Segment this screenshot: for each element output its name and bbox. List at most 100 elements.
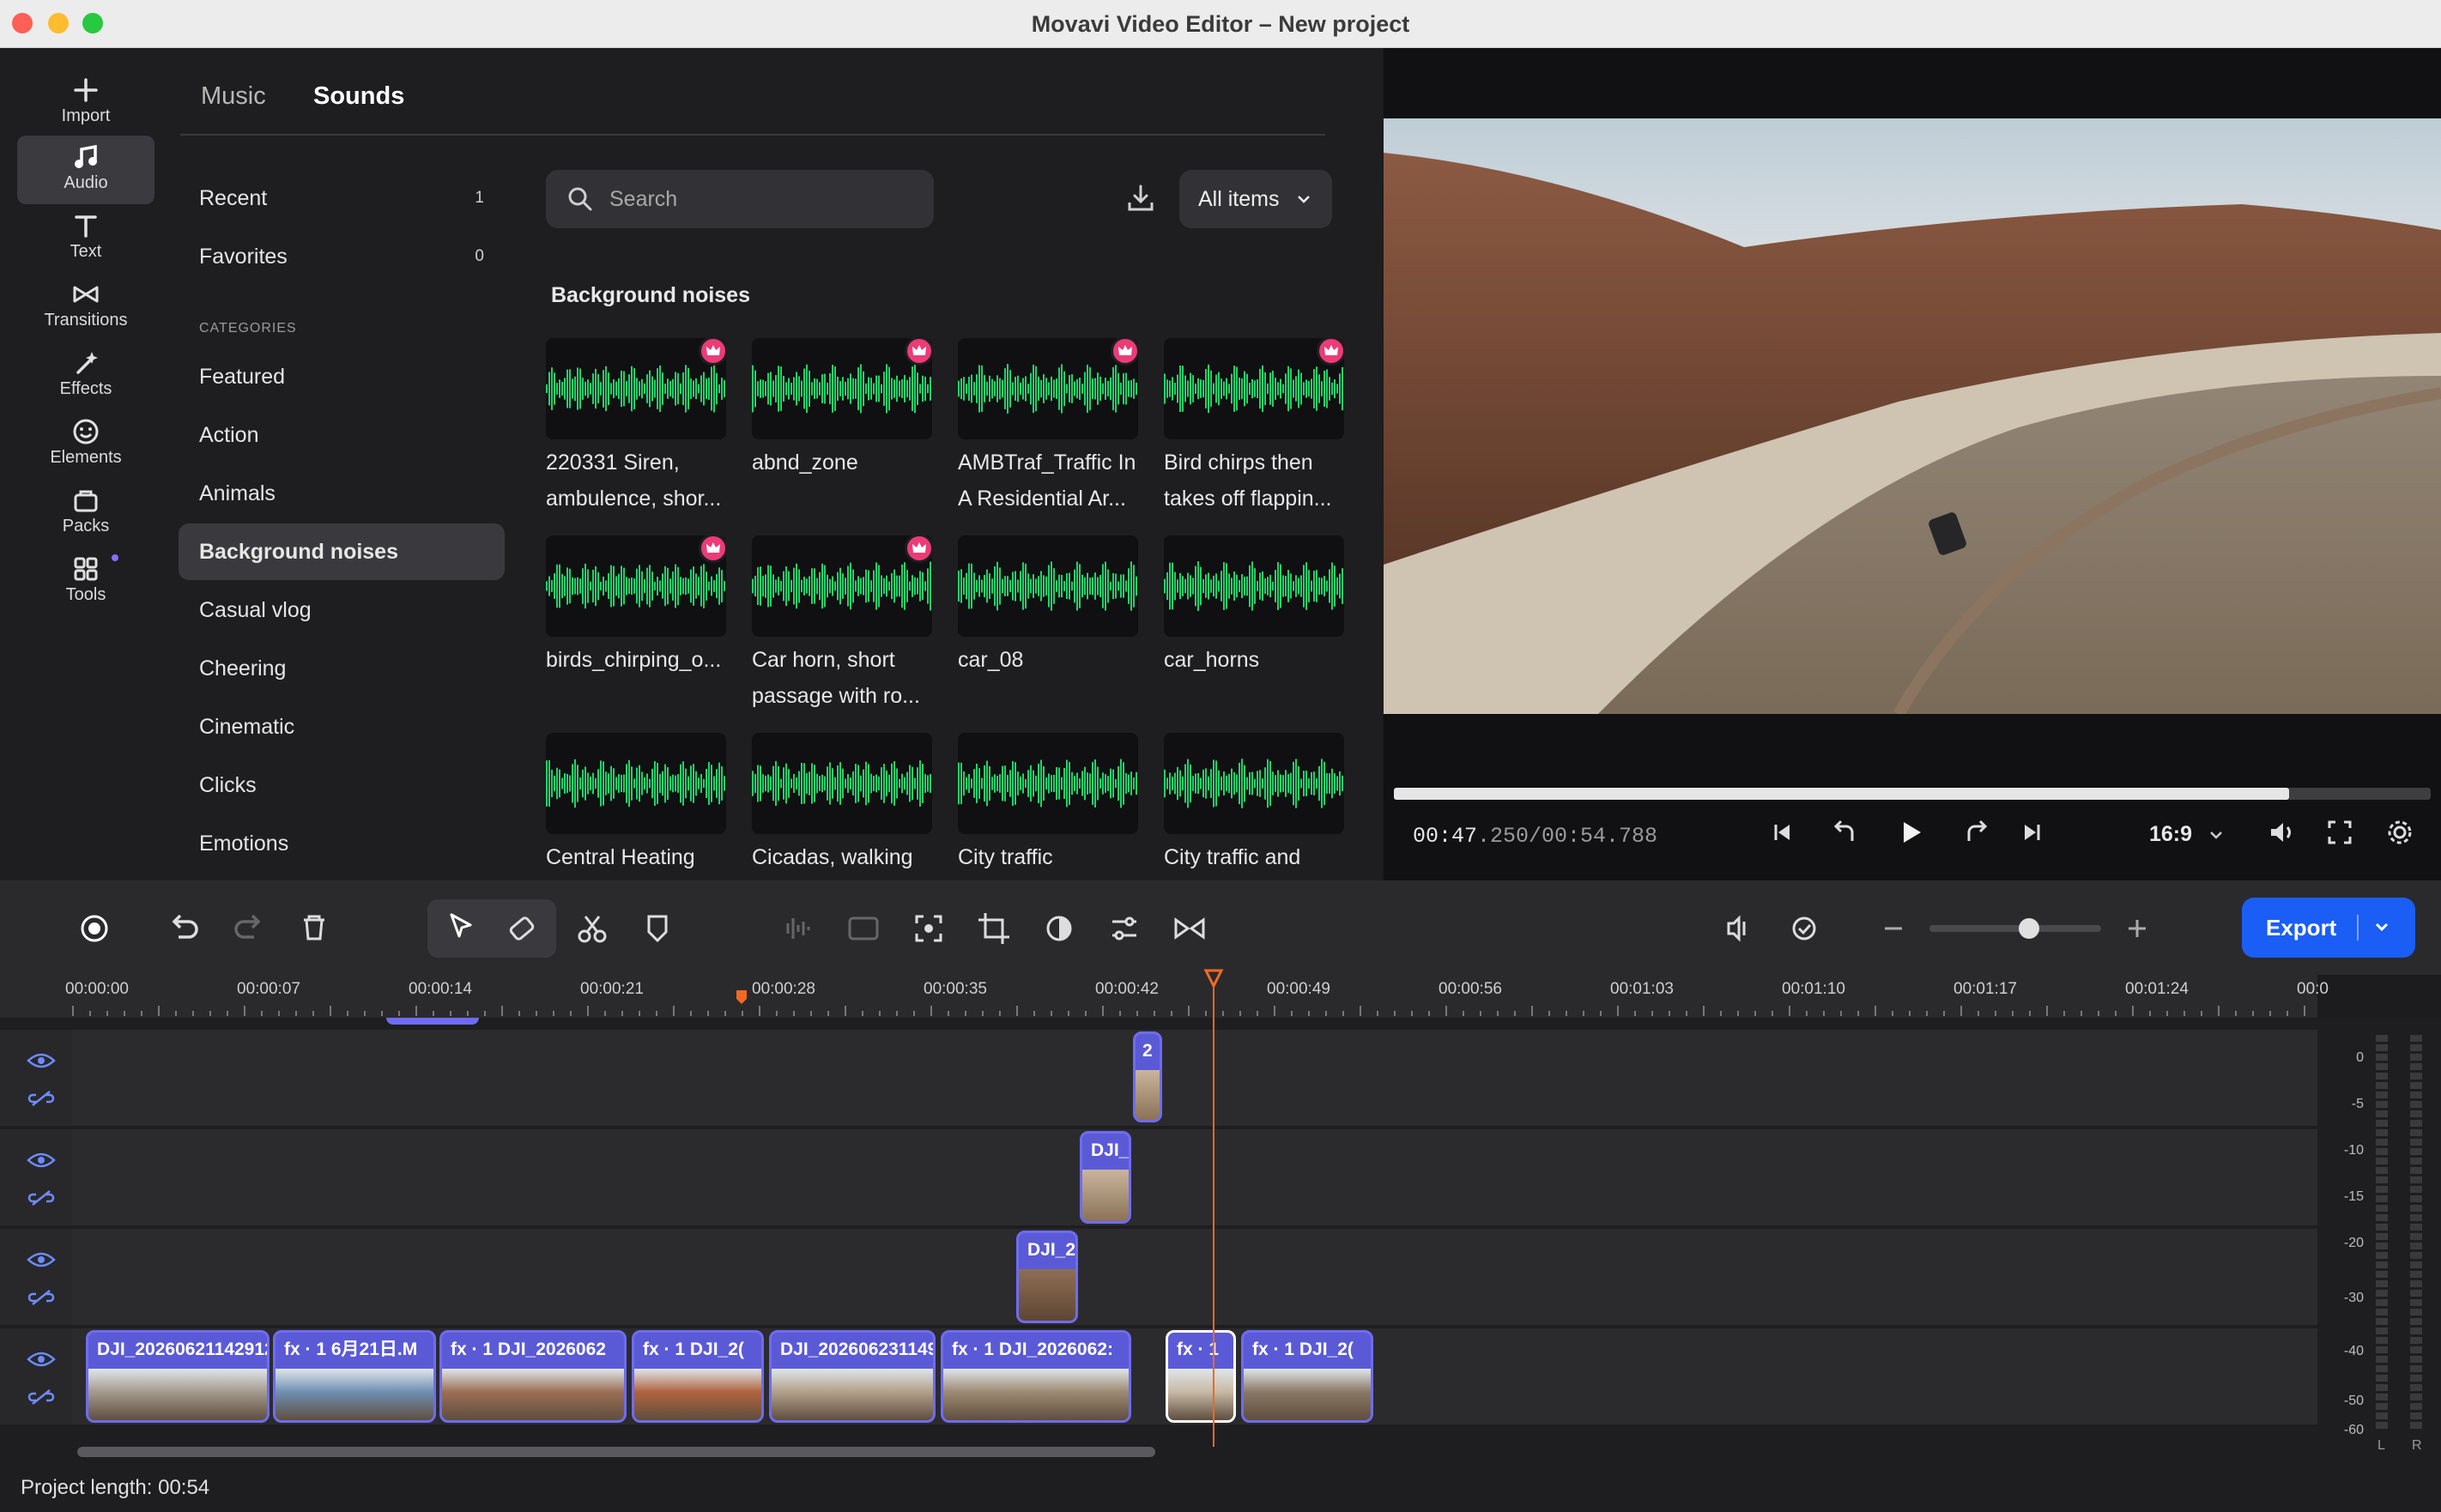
unlink-icon[interactable] (26, 1287, 57, 1308)
ai-focus-icon[interactable] (905, 904, 953, 953)
track-overlay-3[interactable] (72, 1229, 2317, 1325)
sound-name: City traffic and (1164, 845, 1301, 869)
clip[interactable]: fx · 1 DJI_2( (632, 1330, 764, 1423)
category-item[interactable]: Emotions (179, 815, 505, 872)
scissors-icon[interactable] (568, 904, 616, 953)
aspect-ratio-select[interactable]: 16:9 (2149, 822, 2192, 847)
clip[interactable]: DJI_2 (1016, 1231, 1078, 1323)
sound-tile[interactable]: abnd_zone (752, 336, 934, 481)
sound-tile[interactable]: car_08 (958, 535, 1138, 678)
clip[interactable]: DJI_ (1080, 1131, 1131, 1224)
category-item-active[interactable]: Background noises (179, 523, 505, 580)
captions-icon[interactable] (839, 904, 887, 953)
search-box[interactable]: Search (546, 170, 934, 228)
color-adjust-icon[interactable] (1035, 904, 1083, 953)
zoom-in-icon[interactable] (2113, 904, 2161, 953)
category-item[interactable]: Featured (179, 348, 505, 405)
download-icon[interactable] (1124, 182, 1157, 215)
filter-dropdown[interactable]: All items (1179, 170, 1332, 228)
category-favorites[interactable]: Favorites 0 (179, 228, 505, 285)
eraser-icon[interactable] (498, 904, 546, 953)
sound-tile[interactable]: 220331 Siren, ambulence, shor... (546, 336, 728, 517)
trash-icon[interactable] (290, 904, 338, 953)
category-item[interactable]: Cinematic (179, 699, 505, 755)
clip[interactable]: fx · 1 DJI_2026062: (941, 1330, 1131, 1423)
detach-audio-icon[interactable] (1715, 904, 1763, 953)
sound-tile[interactable]: Cicadas, walking (752, 733, 932, 875)
playhead-handle-icon[interactable] (1203, 968, 1224, 989)
tab-sounds[interactable]: Sounds (313, 82, 404, 111)
category-recent[interactable]: Recent 1 (179, 170, 505, 227)
nav-import[interactable]: Import (17, 69, 154, 137)
category-item[interactable]: Cheering (179, 640, 505, 697)
time-ruler[interactable]: 00:00:00 00:00:07 00:00:14 00:00:21 00:00:28… (0, 975, 2329, 1018)
cursor-icon[interactable] (436, 904, 484, 953)
zoom-slider-thumb[interactable] (2019, 918, 2039, 939)
nav-audio[interactable]: Audio (17, 136, 154, 204)
category-item[interactable]: Animals (179, 465, 505, 522)
eye-icon[interactable] (26, 1249, 57, 1270)
unlink-icon[interactable] (26, 1088, 57, 1109)
clip-partial[interactable] (386, 1018, 479, 1025)
sound-tile[interactable]: Car horn, short passage with ro... (752, 534, 934, 714)
crop-icon[interactable] (970, 904, 1018, 953)
nav-transitions[interactable]: Transitions (17, 273, 154, 342)
transition-icon[interactable] (1166, 904, 1214, 953)
nav-text[interactable]: Text (17, 204, 154, 273)
gear-icon[interactable] (2384, 817, 2415, 848)
chevron-down-icon[interactable] (2208, 829, 2225, 841)
record-icon[interactable] (70, 904, 118, 953)
clip[interactable]: 2 (1133, 1031, 1162, 1122)
rewind-icon[interactable] (1830, 817, 1861, 848)
zoom-out-icon[interactable] (1869, 904, 1917, 953)
play-icon[interactable] (1895, 817, 1926, 848)
unlink-icon[interactable] (26, 1188, 57, 1208)
clip[interactable]: fx · 1 (1166, 1330, 1236, 1423)
nav-effects[interactable]: Effects (17, 342, 154, 410)
unlink-icon[interactable] (26, 1387, 57, 1407)
volume-icon[interactable] (2266, 817, 2297, 848)
sound-tile[interactable]: Bird chirps then takes off flappin... (1164, 336, 1346, 517)
sync-icon[interactable] (1780, 904, 1828, 953)
eye-icon[interactable] (26, 1150, 57, 1170)
search-input[interactable]: Search (609, 170, 677, 228)
nav-elements[interactable]: Elements (17, 410, 154, 479)
marker-icon[interactable] (633, 904, 681, 953)
nav-packs[interactable]: Packs (17, 479, 154, 547)
playhead[interactable] (1213, 985, 1214, 1447)
forward-icon[interactable] (1960, 817, 1991, 848)
playback-progress-track[interactable] (1394, 788, 2431, 800)
settings-sliders-icon[interactable] (1100, 904, 1148, 953)
eye-icon[interactable] (26, 1349, 57, 1370)
tab-music[interactable]: Music (201, 82, 266, 111)
clip[interactable]: fx · 1 6月21日.M (273, 1330, 436, 1423)
clip[interactable]: DJI_20260621142912 (86, 1330, 270, 1423)
clip[interactable]: fx · 1 DJI_2026062 (439, 1330, 627, 1423)
horizontal-scrollbar[interactable] (77, 1447, 1155, 1457)
skip-start-icon[interactable] (1770, 820, 1794, 844)
sound-tile[interactable]: City traffic (958, 733, 1138, 875)
clip[interactable]: fx · 1 DJI_2( (1241, 1330, 1373, 1423)
redo-icon[interactable] (225, 904, 273, 953)
zoom-slider[interactable] (1929, 918, 2101, 939)
category-item[interactable]: Action (179, 407, 505, 463)
track-overlay-2[interactable] (72, 1129, 2317, 1225)
nav-tools[interactable]: Tools (17, 547, 154, 616)
sound-tile[interactable]: Central Heating (546, 733, 726, 875)
category-item[interactable]: Casual vlog (179, 582, 505, 638)
chevron-down-icon[interactable] (2372, 920, 2391, 935)
audio-split-icon[interactable] (774, 904, 822, 953)
track-overlay-1[interactable] (72, 1030, 2317, 1126)
sound-tile[interactable]: AMBTraf_Traffic In A Residential Ar... (958, 336, 1140, 517)
category-item[interactable]: Clicks (179, 757, 505, 813)
undo-icon[interactable] (160, 904, 208, 953)
marker-flag-icon[interactable] (735, 989, 748, 1006)
fullscreen-icon[interactable] (2324, 817, 2355, 848)
skip-end-icon[interactable] (2020, 820, 2044, 844)
eye-icon[interactable] (26, 1050, 57, 1071)
export-button[interactable]: Export (2242, 898, 2415, 958)
sound-tile[interactable]: City traffic and (1164, 733, 1344, 875)
sound-tile[interactable]: car_horns (1164, 535, 1344, 678)
clip[interactable]: DJI_202606231149 (769, 1330, 936, 1423)
sound-tile[interactable]: birds_chirping_o... (546, 534, 728, 678)
